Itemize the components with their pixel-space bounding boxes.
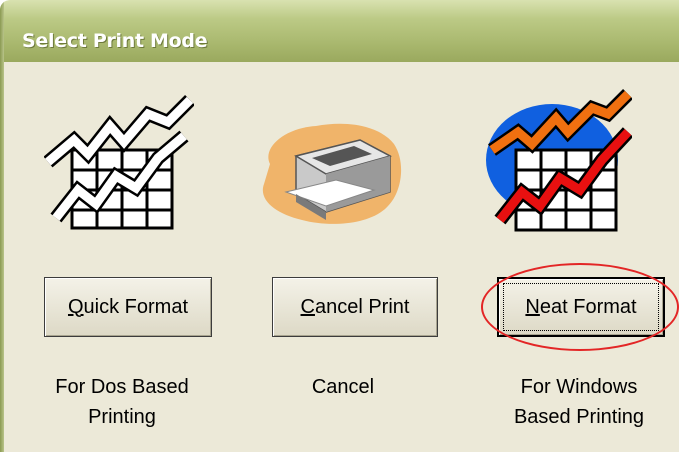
title-bar[interactable]: Select Print Mode bbox=[0, 0, 679, 62]
quick-format-caption: For Dos Based Printing bbox=[22, 372, 222, 432]
cancel-print-button[interactable]: Cancel Print bbox=[272, 277, 438, 337]
quick-format-accelerator: Q bbox=[67, 295, 84, 318]
line-chart-color-icon bbox=[486, 89, 632, 232]
cancel-print-label: ancel Print bbox=[314, 295, 410, 318]
quick-format-button[interactable]: Quick Format bbox=[44, 277, 212, 337]
neat-format-caption: For Windows Based Printing bbox=[479, 372, 679, 432]
cancel-print-caption: Cancel bbox=[243, 372, 443, 402]
cancel-print-accelerator: C bbox=[300, 295, 315, 318]
line-chart-plain-icon bbox=[44, 95, 194, 230]
quick-format-caption-line1: For Dos Based bbox=[55, 376, 189, 398]
neat-format-caption-line2: Based Printing bbox=[513, 406, 645, 428]
print-mode-dialog: Select Print Mode Q uick Format C ancel … bbox=[0, 0, 679, 452]
highlight-annotation bbox=[481, 263, 679, 351]
dialog-title: Select Print Mode bbox=[22, 30, 208, 52]
window-border bbox=[0, 0, 4, 452]
neat-format-caption-line1: For Windows bbox=[520, 376, 638, 398]
quick-format-label: uick Format bbox=[83, 295, 189, 318]
quick-format-caption-line2: Printing bbox=[88, 406, 156, 428]
cancel-print-caption-line1: Cancel bbox=[311, 376, 375, 398]
printer-icon bbox=[262, 123, 402, 224]
